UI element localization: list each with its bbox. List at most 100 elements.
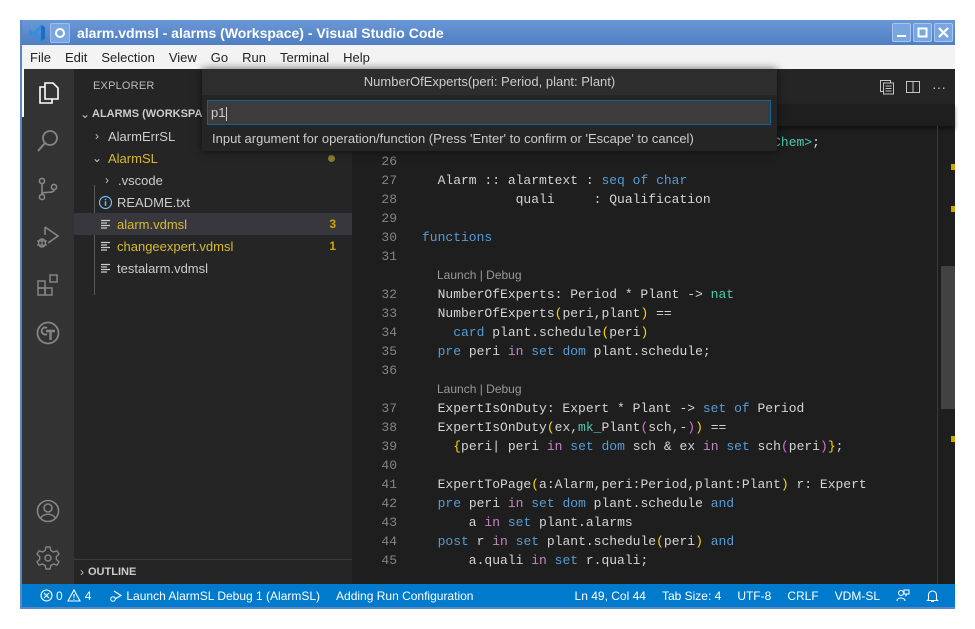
line-content: a.quali in set r.quali; xyxy=(422,553,649,568)
codelens-launch-debug[interactable]: Launch | Debug xyxy=(437,380,522,399)
menu-terminal[interactable]: Terminal xyxy=(272,50,335,65)
run-debug-icon xyxy=(37,226,60,248)
line-number: 26 xyxy=(381,154,397,169)
line-content: post r in set plant.schedule(peri) and xyxy=(437,534,735,549)
menu-run[interactable]: Run xyxy=(234,50,272,65)
language-mode[interactable]: VDM-SL xyxy=(827,589,888,603)
tree-item-label: testalarm.vdmsl xyxy=(117,260,209,276)
status-message: Adding Run Configuration xyxy=(336,588,474,603)
activity-extensions[interactable] xyxy=(22,261,74,309)
menu-bar: File Edit Selection View Go Run Terminal… xyxy=(22,45,955,69)
modified-dot-icon xyxy=(328,154,335,162)
code-line: 44 post r in set plant.schedule(peri) an… xyxy=(352,532,937,551)
end-of-line[interactable]: CRLF xyxy=(779,589,826,603)
launch-configuration-status[interactable]: Launch AlarmSL Debug 1 (AlarmSL) xyxy=(99,589,328,603)
window-menu-icon[interactable] xyxy=(50,22,70,43)
notifications-button[interactable] xyxy=(918,589,947,603)
scrollbar-thumb[interactable] xyxy=(941,266,955,409)
error-icon xyxy=(40,589,53,602)
menu-edit[interactable]: Edit xyxy=(57,50,93,65)
overview-ruler-warning-mark xyxy=(951,436,955,442)
tree-item-label: AlarmSL xyxy=(108,150,158,166)
activity-search[interactable] xyxy=(22,117,74,165)
activity-manage[interactable] xyxy=(22,534,74,582)
cursor-position[interactable]: Ln 49, Col 44 xyxy=(567,589,654,603)
explorer-icon xyxy=(39,82,59,104)
activity-explorer[interactable] xyxy=(22,69,74,117)
combinatorial-testing-icon xyxy=(36,321,60,345)
line-number: 32 xyxy=(381,287,397,302)
line-number: 37 xyxy=(381,401,397,416)
source-control-icon xyxy=(38,177,58,201)
line-number: 43 xyxy=(381,515,397,530)
line-number: 39 xyxy=(381,439,397,454)
code-line: 32 NumberOfExperts: Period * Plant -> na… xyxy=(352,285,937,304)
code-line: 31 xyxy=(352,247,937,266)
workspace-title: ALARMS (WORKSPA xyxy=(92,108,203,120)
codelens-launch-debug[interactable]: Launch | Debug xyxy=(437,266,522,285)
line-content: NumberOfExperts(peri,plant) == xyxy=(422,306,672,321)
code-line: 40 xyxy=(352,456,937,475)
feedback-icon xyxy=(896,589,910,601)
text-caret xyxy=(226,106,228,121)
minimize-button[interactable] xyxy=(892,23,911,42)
menu-file[interactable]: File xyxy=(22,50,57,65)
problem-count-badge: 3 xyxy=(329,217,336,231)
tab-size[interactable]: Tab Size: 4 xyxy=(654,589,729,603)
feedback-button[interactable] xyxy=(888,589,918,603)
tree-item-label: changeexpert.vdmsl xyxy=(117,238,234,254)
line-content: a in set plant.alarms xyxy=(422,515,633,530)
activity-combinatorial-testing[interactable] xyxy=(22,309,74,357)
activity-accounts[interactable] xyxy=(22,487,74,535)
code-line: 27 Alarm :: alarmtext : seq of char xyxy=(352,171,937,190)
window-title: alarm.vdmsl - alarms (Workspace) - Visua… xyxy=(77,24,444,41)
line-content: pre peri in set dom plant.schedule and xyxy=(437,496,735,511)
quick-input-widget: NumberOfExperts(peri: Period, plant: Pla… xyxy=(202,69,777,151)
close-button[interactable] xyxy=(934,23,953,42)
code-line: 42 pre peri in set dom plant.schedule an… xyxy=(352,494,937,513)
problem-count-badge: 1 xyxy=(329,239,336,253)
code-line: 35 pre peri in set dom plant.schedule; xyxy=(352,342,937,361)
line-number: 31 xyxy=(381,249,397,264)
tree-item-testalarm-vdmsl[interactable]: testalarm.vdmsl xyxy=(74,257,352,279)
encoding[interactable]: UTF-8 xyxy=(729,589,779,603)
chevron-right-icon: › xyxy=(80,565,84,579)
code-line: 45 a.quali in set r.quali; xyxy=(352,551,937,570)
line-number: 42 xyxy=(381,496,397,511)
code-line: 29 xyxy=(352,209,937,228)
menu-go[interactable]: Go xyxy=(203,50,234,65)
split-editor-icon[interactable] xyxy=(905,79,921,95)
line-number: 30 xyxy=(381,230,397,245)
menu-selection[interactable]: Selection xyxy=(93,50,160,65)
line-content: {peri| peri in set dom sch & ex in set s… xyxy=(453,439,844,454)
menu-help[interactable]: Help xyxy=(335,50,376,65)
code-line: 37 ExpertIsOnDuty: Expert * Plant -> set… xyxy=(352,399,937,418)
line-content: ExpertToPage(a:Alarm,peri:Period,plant:P… xyxy=(422,477,867,492)
activity-source-control[interactable] xyxy=(22,165,74,213)
line-number: 36 xyxy=(381,363,397,378)
tree-item-alarm-vdmsl[interactable]: alarm.vdmsl 3 xyxy=(74,213,352,235)
activity-bar xyxy=(22,69,74,584)
argument-input[interactable]: p1 xyxy=(207,100,771,125)
editor-vertical-scrollbar[interactable] xyxy=(937,126,955,584)
code-line: 34 card plant.schedule(peri) xyxy=(352,323,937,342)
outline-section-header[interactable]: › OUTLINE xyxy=(74,559,352,584)
launch-config-label: Launch AlarmSL Debug 1 (AlarmSL) xyxy=(126,588,321,603)
tree-item-label: README.txt xyxy=(117,194,190,210)
tree-item-changeexpert-vdmsl[interactable]: changeexpert.vdmsl 1 xyxy=(74,235,352,257)
code-line: 36 xyxy=(352,361,937,380)
code-line: 43 a in set plant.alarms xyxy=(352,513,937,532)
text-file-icon xyxy=(98,263,112,273)
extensions-icon xyxy=(37,274,58,296)
code-line: 41 ExpertToPage(a:Alarm,peri:Period,plan… xyxy=(352,475,937,494)
tree-item-vscode[interactable]: › .vscode xyxy=(74,169,352,191)
more-actions-icon[interactable]: ··· xyxy=(931,79,947,95)
code-editor[interactable]: 2425 Qualification = <Elec> | <Mech> | <… xyxy=(352,126,937,584)
activity-run-debug[interactable] xyxy=(22,213,74,261)
open-preview-icon[interactable] xyxy=(879,79,895,95)
tree-item-readme[interactable]: README.txt xyxy=(74,191,352,213)
maximize-button[interactable] xyxy=(913,23,932,42)
menu-view[interactable]: View xyxy=(161,50,203,65)
error-count: 0 xyxy=(56,588,63,603)
problems-status[interactable]: 0 4 xyxy=(22,589,99,603)
